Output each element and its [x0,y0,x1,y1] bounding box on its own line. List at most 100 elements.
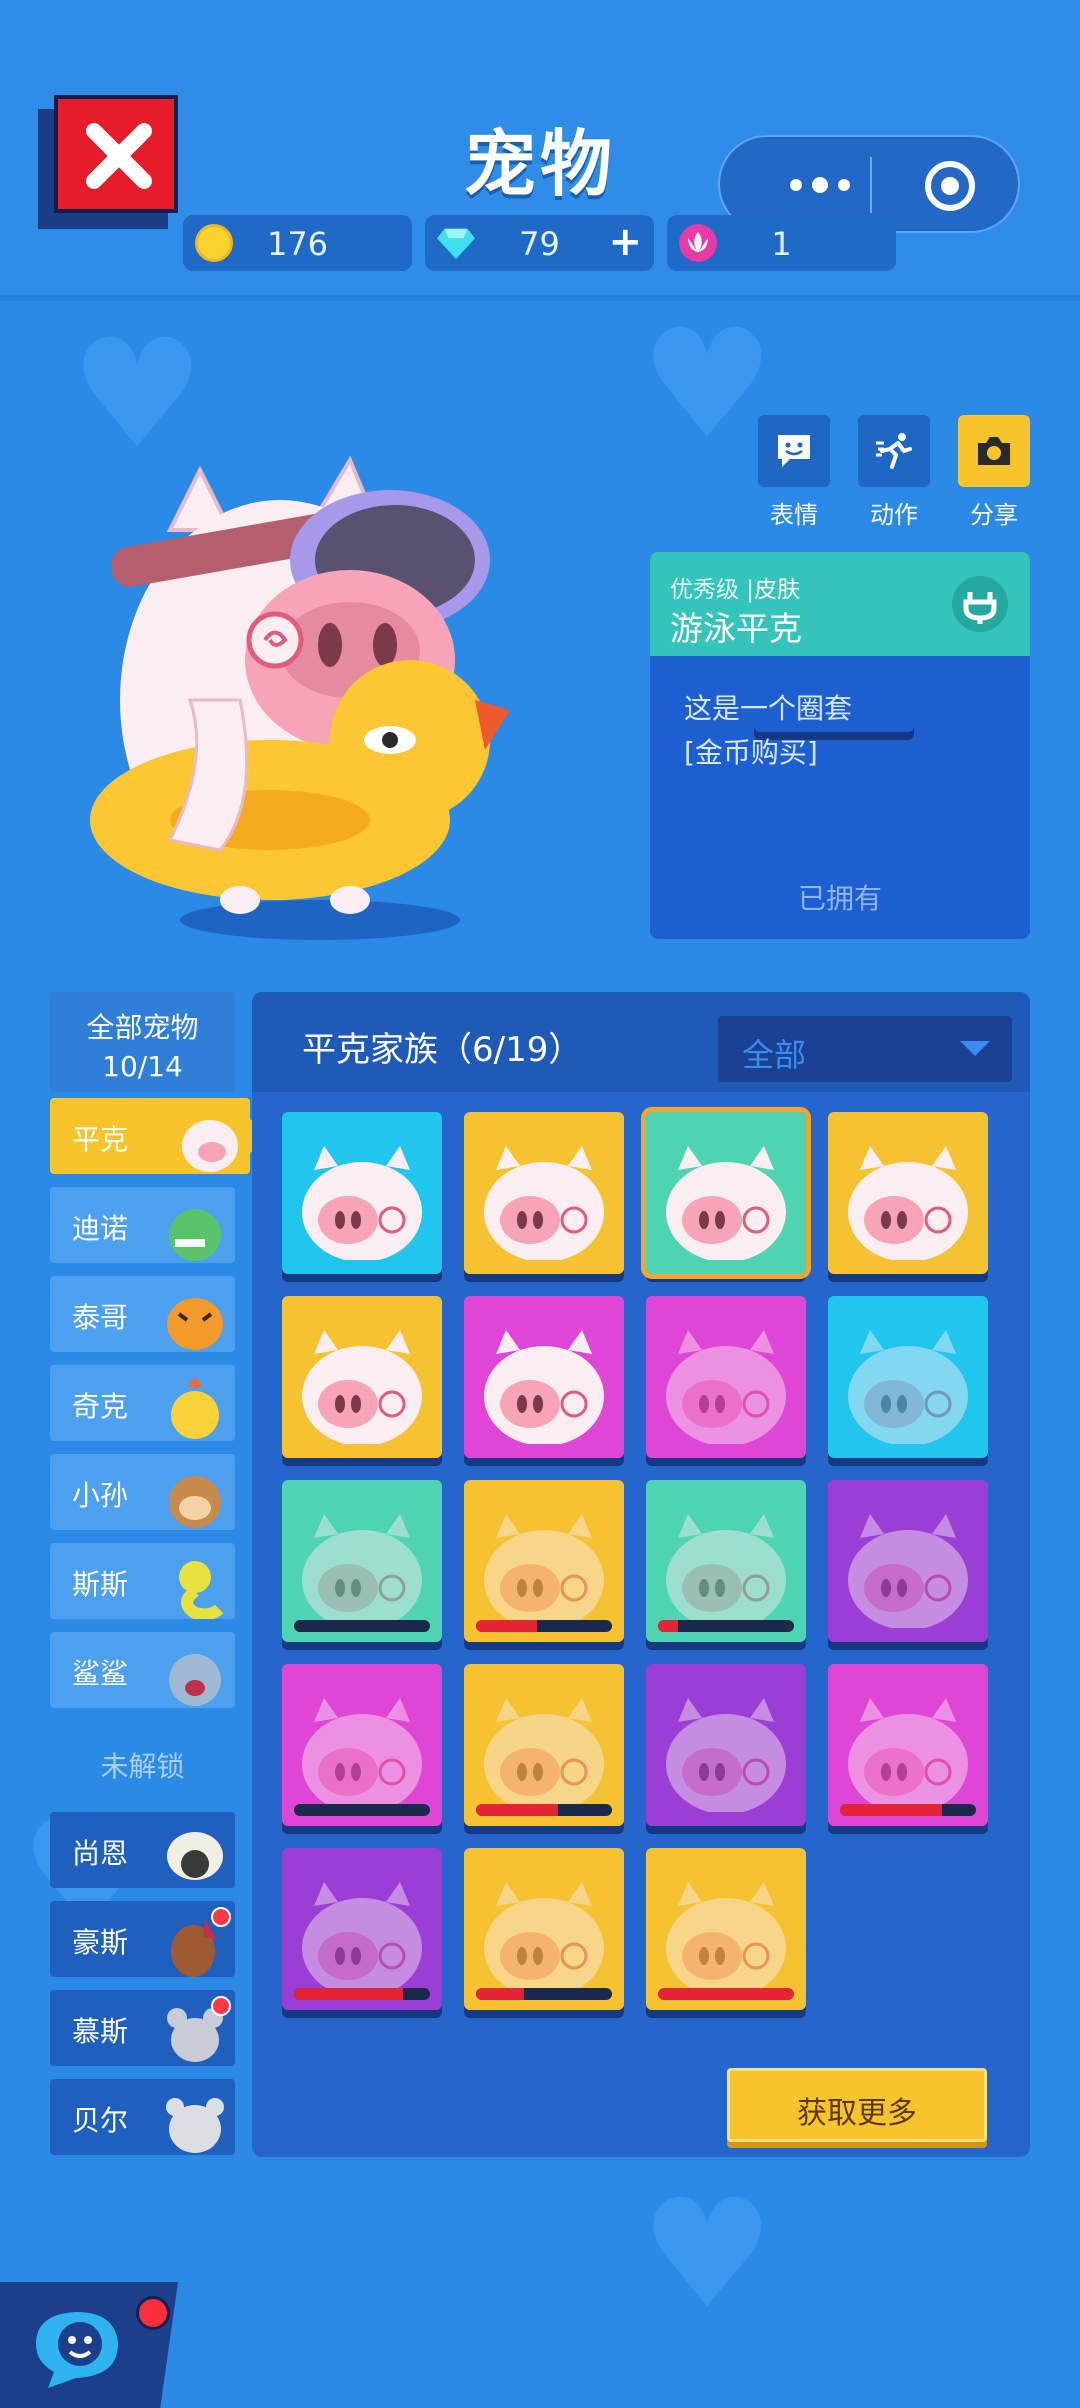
coin-counter: 176 [183,215,412,271]
sidebar-item-label: 平克 [72,1123,129,1156]
unlock-progress-fill [658,1988,794,2000]
get-more-label: 获取更多 [797,2096,917,2131]
add-diamond-button[interactable]: + [608,219,642,265]
sidebar-item-label: 小孙 [72,1479,129,1512]
unlock-progress-fill [476,1988,524,2000]
notification-dot [136,2296,170,2330]
unlock-progress-fill [476,1620,538,1632]
sidebar-item-label: 迪诺 [72,1212,129,1245]
unlock-progress-fill [840,1804,942,1816]
all-pets-label: 全部宠物 [86,1011,199,1044]
rarity-label: 优秀级 | 皮肤 [670,570,800,604]
pig-skin-icon [484,1882,604,1996]
running-man-icon [876,433,912,469]
sheep-avatar-icon [167,1832,223,1880]
share-label: 分享 [970,501,1018,529]
share-button[interactable] [958,415,1030,487]
skin-card[interactable] [282,1848,442,2010]
skin-name: 游泳平克 [670,609,802,648]
pig-skin-icon [666,1882,786,1996]
owned-status: 已拥有 [797,882,882,915]
sidebar-item-pinky[interactable]: 平克 [50,1098,250,1174]
sidebar-item-tiger[interactable]: 泰哥 [50,1276,235,1352]
skin-card[interactable] [464,1480,624,1642]
pig-skin-icon [302,1882,422,1996]
skin-card[interactable] [282,1296,442,1458]
skin-card[interactable] [646,1664,806,1826]
pig-skin-icon [484,1146,604,1260]
camera-icon [978,437,1010,465]
skin-card[interactable] [646,1848,806,2010]
sidebar-item-dino[interactable]: 迪诺 [50,1187,235,1263]
pig-skin-icon [484,1330,604,1444]
sidebar-item-label: 贝尔 [72,2104,129,2137]
notification-dot [211,1996,231,2016]
skin-card[interactable] [828,1480,988,1642]
target-icon[interactable] [922,158,978,214]
skin-card[interactable] [282,1112,442,1274]
family-title: 平克家族（6/19） [302,1030,583,1070]
diamond-counter[interactable]: 79 + [425,215,654,271]
sidebar-item-chick[interactable]: 奇克 [50,1365,235,1441]
skin-collection-panel: 平克家族（6/19） 全部 [252,992,1030,2157]
unlock-progress-bar [476,1620,612,1632]
unlock-progress-fill [476,1804,558,1816]
sidebar-item-mouse[interactable]: 慕斯 [50,1990,235,2066]
skin-card[interactable] [464,1848,624,2010]
skin-card[interactable] [828,1112,988,1274]
sidebar-item-label: 鲨鲨 [72,1657,129,1690]
swimming-pinky-pet-illustration [90,455,510,940]
shark-avatar-icon [169,1654,221,1706]
skin-card[interactable] [828,1664,988,1826]
sidebar-item-snake[interactable]: 斯斯 [50,1543,235,1619]
bear-avatar-icon [166,2098,224,2153]
more-dots-icon[interactable] [770,165,870,205]
filter-label: 全部 [742,1036,807,1074]
skin-card[interactable] [641,1107,811,1279]
pig-skin-icon [302,1698,422,1812]
lotus-counter: 1 [667,215,896,271]
pig-skin-icon [848,1514,968,1628]
pig-skin-icon [848,1146,968,1260]
motion-button[interactable] [858,415,930,487]
bottom-assistant-button[interactable] [0,2282,178,2408]
skin-card[interactable] [646,1480,806,1642]
emote-button[interactable] [758,415,830,487]
get-more-button[interactable]: 获取更多 [727,2068,987,2142]
close-button[interactable] [38,95,178,229]
skin-description-line1: 这是一个圈套 [684,692,853,725]
chick-avatar-icon [171,1377,219,1439]
unlock-progress-bar [840,1804,976,1816]
chevron-down-icon [960,1041,990,1056]
skin-card[interactable] [828,1296,988,1458]
sidebar-item-label: 泰哥 [72,1301,129,1334]
pig-skin-icon [666,1514,786,1628]
unlock-progress-bar [294,1988,430,2000]
skin-card[interactable] [646,1296,806,1458]
chat-bubble-face-icon [36,2312,118,2388]
sidebar-item-shark[interactable]: 鲨鲨 [50,1632,235,1708]
sidebar-item-horse[interactable]: 豪斯 [50,1901,235,1977]
skin-card[interactable] [282,1664,442,1826]
coin-value: 176 [266,225,329,263]
sidebar-item-monkey[interactable]: 小孙 [50,1454,235,1530]
skin-card[interactable] [464,1664,624,1826]
motion-label: 动作 [870,501,918,529]
pig-skin-icon [484,1514,604,1628]
unlock-progress-bar [294,1620,430,1632]
unlock-progress-bar [658,1988,794,2000]
all-pets-summary[interactable]: 全部宠物 10/14 [50,992,235,1092]
unlock-progress-bar [476,1804,612,1816]
sidebar-item-bear[interactable]: 贝尔 [50,2079,235,2155]
emote-label: 表情 [770,501,818,529]
sidebar-item-sheep[interactable]: 尚恩 [50,1812,235,1888]
skin-card[interactable] [282,1480,442,1642]
snake-avatar-icon [179,1561,224,1619]
skin-card[interactable] [464,1296,624,1458]
sidebar-item-label: 斯斯 [72,1568,129,1601]
skin-card[interactable] [464,1112,624,1274]
dino-avatar-icon [169,1209,221,1261]
filter-dropdown[interactable]: 全部 [718,1016,1012,1082]
lotus-value: 1 [771,225,792,263]
pig-skin-icon [848,1330,968,1444]
